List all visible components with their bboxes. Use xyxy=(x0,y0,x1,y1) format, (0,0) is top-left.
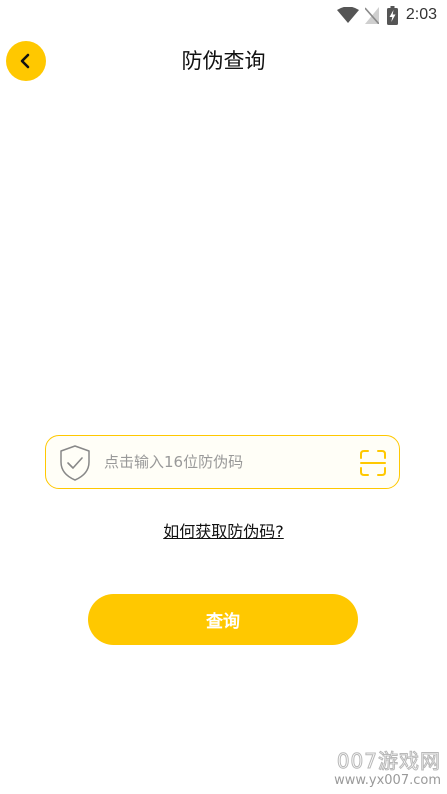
watermark-sub: www.yx007.com xyxy=(334,773,441,788)
status-icons: 2:03 xyxy=(336,5,437,25)
no-sim-icon xyxy=(364,6,379,24)
scan-icon[interactable] xyxy=(358,448,388,478)
code-input-box[interactable] xyxy=(45,435,400,489)
status-bar: 2:03 xyxy=(0,0,447,30)
wifi-icon xyxy=(336,7,359,23)
anti-counterfeit-code-input[interactable] xyxy=(104,446,344,478)
status-clock: 2:03 xyxy=(405,6,437,23)
battery-charging-icon xyxy=(386,5,398,25)
watermark-main: 007游戏网 xyxy=(336,749,441,774)
how-to-get-code-link[interactable]: 如何获取防伪码? xyxy=(0,520,447,544)
shield-check-icon xyxy=(60,445,90,481)
query-button[interactable]: 查询 xyxy=(88,594,358,645)
watermark: 007游戏网 www.yx007.com xyxy=(334,749,441,789)
page-title: 防伪查询 xyxy=(181,49,266,73)
